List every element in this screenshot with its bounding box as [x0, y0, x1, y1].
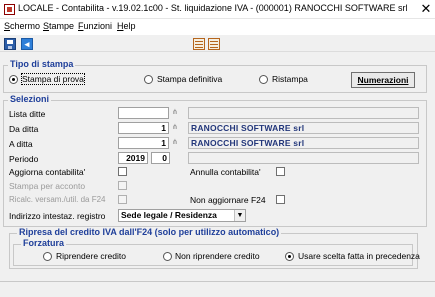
tipo-stampa-legend: Tipo di stampa	[8, 59, 76, 69]
periodo-description	[188, 152, 419, 164]
label-stampa-di-prova: Stampa di prova	[21, 73, 85, 85]
label-annulla-contabilita: Annulla contabilita'	[190, 167, 261, 177]
non-aggiornare-f24-checkbox[interactable]	[276, 195, 285, 204]
da-ditta-field[interactable]: 1	[118, 122, 169, 134]
label-lista-ditte: Lista ditte	[9, 109, 46, 119]
ricalc-versam-checkbox	[118, 195, 127, 204]
title-bar: LOCALE - Contabilita - v.19.02.1c00 - St…	[0, 0, 435, 19]
label-usare-scelta-precedenza: Usare scelta fatta in precedenza	[298, 251, 420, 261]
label-stampa-per-acconto: Stampa per acconto	[9, 181, 86, 191]
menu-schermo[interactable]: Schermo	[4, 21, 40, 31]
aggiorna-contabilita-checkbox[interactable]	[118, 167, 127, 176]
radio-riprendere-credito[interactable]	[43, 252, 52, 261]
save-icon[interactable]	[4, 38, 16, 50]
back-arrow-icon[interactable]: ◂	[21, 38, 33, 50]
menu-help[interactable]: Help	[117, 21, 136, 31]
label-a-ditta: A ditta	[9, 139, 33, 149]
label-aggiorna-contabilita: Aggiorna contabilita'	[9, 167, 86, 177]
print-icon[interactable]	[208, 38, 220, 50]
label-da-ditta: Da ditta	[9, 124, 39, 134]
radio-ristampa[interactable]	[259, 75, 268, 84]
indirizzo-select[interactable]: Sede legale / Residenza ▼	[118, 209, 246, 222]
da-ditta-lookup-icon[interactable]: ⋔	[172, 123, 178, 131]
menu-funzioni[interactable]: Funzioni	[78, 21, 112, 31]
a-ditta-description: RANOCCHI SOFTWARE srl	[188, 137, 419, 149]
stampa-per-acconto-checkbox	[118, 181, 127, 190]
ripresa-credito-legend: Ripresa del credito IVA dall'F24 (solo p…	[17, 227, 282, 237]
periodo-month-field[interactable]: 0	[151, 152, 170, 164]
menu-bar: Schermo Stampe Funzioni Help	[0, 19, 435, 35]
annulla-contabilita-checkbox[interactable]	[276, 167, 285, 176]
app-icon	[4, 4, 15, 15]
selezioni-legend: Selezioni	[8, 94, 52, 104]
label-indirizzo-intestazione: Indirizzo intestaz. registro	[9, 211, 106, 221]
radio-stampa-di-prova[interactable]	[9, 75, 18, 84]
chevron-down-icon[interactable]: ▼	[234, 210, 245, 221]
forzatura-legend: Forzatura	[21, 238, 67, 248]
radio-usare-scelta-precedenza[interactable]	[285, 252, 294, 261]
label-non-aggiornare-f24: Non aggiornare F24	[190, 195, 266, 205]
menu-stampe[interactable]: Stampe	[43, 21, 74, 31]
label-non-riprendere-credito: Non riprendere credito	[175, 251, 260, 261]
indirizzo-selected-value: Sede legale / Residenza	[121, 210, 217, 220]
da-ditta-description: RANOCCHI SOFTWARE srl	[188, 122, 419, 134]
numerazioni-button[interactable]: Numerazioni	[351, 72, 415, 88]
status-divider	[0, 281, 435, 282]
print-preview-icon[interactable]	[193, 38, 205, 50]
label-periodo: Periodo	[9, 154, 39, 164]
label-ristampa: Ristampa	[272, 74, 308, 84]
radio-stampa-definitiva[interactable]	[144, 75, 153, 84]
label-ricalc-versam: Ricalc. versam./util. da F24	[9, 195, 106, 204]
toolbar: ◂	[0, 35, 435, 52]
a-ditta-lookup-icon[interactable]: ⋔	[172, 138, 178, 146]
lista-ditte-field[interactable]	[118, 107, 169, 119]
close-button[interactable]: ✕	[418, 1, 434, 17]
label-riprendere-credito: Riprendere credito	[56, 251, 126, 261]
radio-non-riprendere-credito[interactable]	[163, 252, 172, 261]
label-stampa-definitiva: Stampa definitiva	[157, 74, 223, 84]
periodo-year-field[interactable]: 2019	[118, 152, 148, 164]
lista-ditte-description	[188, 107, 419, 119]
a-ditta-field[interactable]: 1	[118, 137, 169, 149]
lista-ditte-lookup-icon[interactable]: ⋔	[172, 108, 178, 116]
window-title: LOCALE - Contabilita - v.19.02.1c00 - St…	[18, 3, 408, 13]
